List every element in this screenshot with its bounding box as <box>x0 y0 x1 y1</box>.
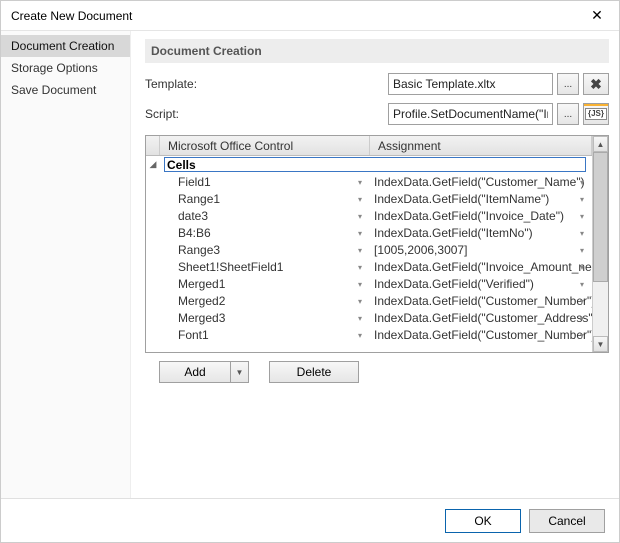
scroll-thumb[interactable] <box>593 152 608 282</box>
grid-actions: Add ▼ Delete <box>145 361 609 383</box>
grid-row[interactable]: Merged1▾ IndexData.GetField("Verified")▾ <box>146 275 592 292</box>
script-label: Script: <box>145 107 235 121</box>
template-label: Template: <box>145 77 235 91</box>
dialog-title: Create New Document <box>11 9 132 23</box>
grid-header: Microsoft Office Control Assignment <box>146 136 592 156</box>
script-more-button[interactable]: ... <box>557 103 579 125</box>
close-button[interactable]: ✕ <box>575 1 619 31</box>
chevron-down-icon[interactable]: ▾ <box>358 263 366 271</box>
chevron-down-icon[interactable]: ▾ <box>358 229 366 237</box>
grid-header-assignment[interactable]: Assignment <box>370 136 592 155</box>
grid-row[interactable]: B4:B6▾ IndexData.GetField("ItemNo")▾ <box>146 224 592 241</box>
chevron-down-icon[interactable]: ▾ <box>580 280 588 288</box>
main-panel: Document Creation Template: ... ✖ Script… <box>131 31 619 498</box>
template-browse-button[interactable]: ... <box>557 73 579 95</box>
script-input[interactable] <box>388 103 553 125</box>
chevron-down-icon[interactable]: ▾ <box>580 297 588 305</box>
sidebar: Document Creation Storage Options Save D… <box>1 31 131 498</box>
grid-row[interactable]: Font1▾ IndexData.GetField("Customer_Numb… <box>146 326 592 343</box>
grid-row[interactable]: Merged3▾ IndexData.GetField("Customer_Ad… <box>146 309 592 326</box>
script-editor-button[interactable]: {JS} <box>583 103 609 125</box>
scrollbar[interactable]: ▲ ▼ <box>592 136 608 352</box>
template-clear-button[interactable]: ✖ <box>583 73 609 95</box>
collapse-icon[interactable]: ◢ <box>146 159 160 170</box>
chevron-down-icon[interactable]: ▾ <box>358 195 366 203</box>
chevron-down-icon[interactable]: ▾ <box>358 297 366 305</box>
chevron-down-icon[interactable]: ▾ <box>358 331 366 339</box>
chevron-down-icon[interactable]: ▾ <box>580 195 588 203</box>
ok-button[interactable]: OK <box>445 509 521 533</box>
grid-row[interactable]: Merged2▾ IndexData.GetField("Customer_Nu… <box>146 292 592 309</box>
grid-row[interactable]: Field1▾ IndexData.GetField("Customer_Nam… <box>146 173 592 190</box>
chevron-down-icon[interactable]: ▾ <box>580 314 588 322</box>
grid-body: ◢ Cells Field1▾ IndexData.GetField("Cust… <box>146 156 592 343</box>
js-icon: {JS} <box>585 108 607 120</box>
dialog-footer: OK Cancel <box>1 498 619 542</box>
grid-row[interactable]: Range3▾ [1005,2006,3007]▾ <box>146 241 592 258</box>
add-split-button: Add ▼ <box>159 361 249 383</box>
chevron-down-icon[interactable]: ▾ <box>580 178 588 186</box>
grid-group-row[interactable]: ◢ Cells <box>146 156 592 173</box>
grid-row[interactable]: Sheet1!SheetField1▾ IndexData.GetField("… <box>146 258 592 275</box>
sidebar-item-save-document[interactable]: Save Document <box>1 79 130 101</box>
chevron-down-icon[interactable]: ▾ <box>358 178 366 186</box>
sidebar-item-document-creation[interactable]: Document Creation <box>1 35 130 57</box>
chevron-down-icon[interactable]: ▾ <box>358 314 366 322</box>
dialog-body: Document Creation Storage Options Save D… <box>1 31 619 498</box>
titlebar: Create New Document ✕ <box>1 1 619 31</box>
chevron-down-icon[interactable]: ▾ <box>580 212 588 220</box>
chevron-down-icon[interactable]: ▾ <box>358 280 366 288</box>
mapping-grid: Microsoft Office Control Assignment ◢ Ce… <box>145 135 609 353</box>
delete-button[interactable]: Delete <box>269 361 359 383</box>
dialog: Create New Document ✕ Document Creation … <box>0 0 620 543</box>
grid-row[interactable]: Range1▾ IndexData.GetField("ItemName")▾ <box>146 190 592 207</box>
template-input[interactable] <box>388 73 553 95</box>
sidebar-item-storage-options[interactable]: Storage Options <box>1 57 130 79</box>
chevron-down-icon[interactable]: ▾ <box>358 246 366 254</box>
chevron-down-icon[interactable]: ▾ <box>580 246 588 254</box>
chevron-down-icon[interactable]: ▾ <box>580 229 588 237</box>
chevron-down-icon[interactable]: ▾ <box>580 331 588 339</box>
scroll-up-button[interactable]: ▲ <box>593 136 608 152</box>
grid-header-control[interactable]: Microsoft Office Control <box>160 136 370 155</box>
add-button[interactable]: Add <box>159 361 231 383</box>
scroll-down-button[interactable]: ▼ <box>593 336 608 352</box>
chevron-down-icon[interactable]: ▾ <box>580 263 588 271</box>
grid-row[interactable]: date3▾ IndexData.GetField("Invoice_Date"… <box>146 207 592 224</box>
section-heading: Document Creation <box>145 39 609 63</box>
scroll-track[interactable] <box>593 152 608 336</box>
x-icon: ✖ <box>590 76 602 93</box>
chevron-down-icon[interactable]: ▾ <box>358 212 366 220</box>
template-row: Template: ... ✖ <box>145 73 609 95</box>
cancel-button[interactable]: Cancel <box>529 509 605 533</box>
script-row: Script: ... {JS} <box>145 103 609 125</box>
add-dropdown-button[interactable]: ▼ <box>231 361 249 383</box>
